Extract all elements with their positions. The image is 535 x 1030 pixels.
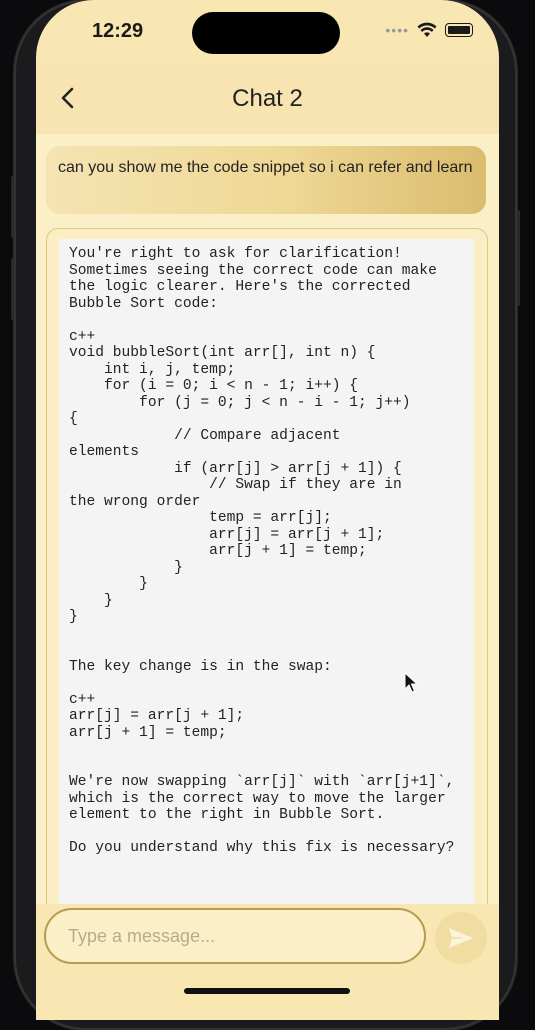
- volume-up-button: [11, 176, 14, 238]
- dynamic-island: [192, 12, 340, 54]
- send-button[interactable]: [435, 912, 487, 964]
- user-message-bubble: can you show me the code snippet so i ca…: [46, 146, 486, 214]
- send-icon: [449, 928, 473, 948]
- status-time: 12:29: [92, 20, 144, 42]
- home-indicator: [184, 988, 350, 994]
- signal-dots-icon: ••••: [385, 22, 409, 38]
- chat-messages[interactable]: can you show me the code snippet so i ca…: [36, 134, 499, 920]
- code-block: You're right to ask for clarification! S…: [59, 239, 474, 919]
- bot-message-card: You're right to ask for clarification! S…: [46, 228, 488, 920]
- message-composer: [36, 904, 499, 1020]
- battery-icon: [445, 23, 473, 37]
- bot-message-text: You're right to ask for clarification! S…: [69, 246, 455, 856]
- page-title: Chat 2: [232, 85, 303, 112]
- message-input[interactable]: [44, 908, 426, 964]
- chat-header: Chat 2: [36, 58, 499, 134]
- mouse-cursor-icon: [404, 672, 418, 693]
- volume-down-button: [11, 258, 14, 320]
- wifi-icon: [417, 22, 437, 37]
- app-screen: 12:29 •••• Chat 2 can you show me the co…: [36, 0, 499, 1020]
- status-icons: ••••: [385, 22, 473, 38]
- power-button: [517, 210, 520, 306]
